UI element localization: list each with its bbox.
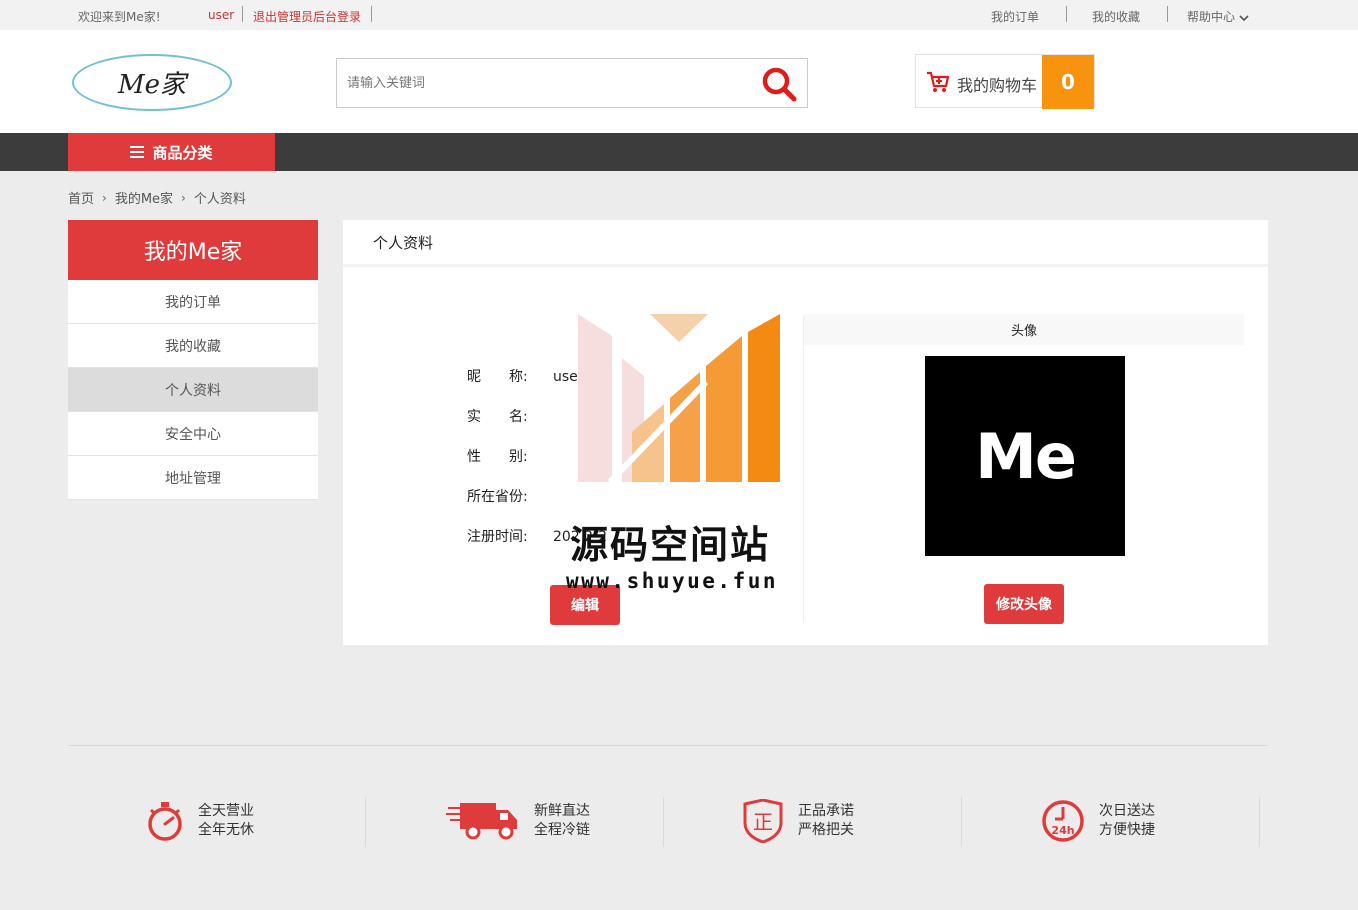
cart-icon	[927, 71, 950, 92]
search-input[interactable]	[347, 59, 747, 107]
divider	[1167, 6, 1168, 22]
stopwatch-icon	[148, 802, 182, 841]
breadcrumb-current: 个人资料	[193, 192, 246, 207]
divider	[365, 797, 366, 847]
field-label: 昵 称:	[467, 369, 528, 385]
sidebar-item-addresses[interactable]: 地址管理	[68, 456, 318, 500]
field-label: 所在省份:	[467, 489, 528, 505]
service-line1: 次日送达	[1099, 803, 1155, 819]
sidebar-item-orders[interactable]: 我的订单	[68, 280, 318, 324]
clock-24h-icon: 24h	[1042, 800, 1084, 842]
avatar-title: 头像	[804, 314, 1244, 345]
search-box	[336, 58, 808, 108]
field-province: 所在省份:	[467, 486, 553, 506]
service-nextday: 24h 次日送达 方便快捷	[1041, 795, 1155, 847]
cart-label: 我的购物车	[957, 76, 1038, 95]
service-line1: 全天营业	[198, 803, 254, 819]
help-center-label: 帮助中心	[1187, 10, 1236, 24]
avatar: Me	[925, 356, 1125, 556]
footer-divider	[68, 745, 1268, 746]
change-avatar-button[interactable]: 修改头像	[984, 584, 1064, 624]
site-logo[interactable]: Me家	[72, 54, 232, 111]
sidebar-item-security[interactable]: 安全中心	[68, 412, 318, 456]
service-line2: 严格把关	[798, 822, 854, 838]
category-menu-label: 商品分类	[152, 143, 213, 162]
sidebar-title: 我的Me家	[68, 220, 318, 280]
service-line2: 方便快捷	[1099, 822, 1155, 838]
chevron-right-icon: ›	[102, 190, 107, 205]
username-link[interactable]: user	[208, 8, 234, 22]
field-nickname: 昵 称: use	[467, 366, 578, 386]
top-bar: 欢迎来到Me家! user 退出管理员后台登录 我的订单 我的收藏 帮助中心	[0, 0, 1358, 30]
search-button[interactable]	[761, 66, 797, 102]
sidebar-item-profile[interactable]: 个人资料	[68, 368, 318, 412]
divider	[371, 6, 372, 22]
service-fresh: 新鲜直达 全程冷链	[446, 795, 590, 847]
main-nav: 商品分类	[0, 133, 1358, 171]
field-label: 性 别:	[467, 449, 528, 465]
breadcrumb-home[interactable]: 首页	[68, 188, 94, 207]
service-line1: 新鲜直达	[534, 803, 590, 819]
chevron-down-icon	[1239, 14, 1249, 21]
cart-count-badge: 0	[1042, 55, 1094, 109]
delivery-truck-icon	[446, 803, 517, 840]
sidebar-item-favorites[interactable]: 我的收藏	[68, 324, 318, 368]
field-gender: 性 别:	[467, 446, 553, 466]
avatar-text: Me	[975, 419, 1077, 493]
category-menu-button[interactable]: 商品分类	[68, 133, 275, 171]
cart-button[interactable]: 我的购物车 0	[915, 54, 1095, 109]
chevron-right-icon: ›	[181, 190, 186, 205]
divider	[803, 315, 804, 623]
divider	[242, 6, 243, 22]
divider	[663, 797, 664, 847]
service-line2: 全程冷链	[534, 822, 590, 838]
help-center-dropdown[interactable]: 帮助中心	[1187, 8, 1249, 25]
service-allday: 全天营业 全年无休	[146, 795, 254, 847]
welcome-text: 欢迎来到Me家!	[78, 10, 161, 24]
logout-admin-link[interactable]: 退出管理员后台登录	[253, 8, 361, 25]
svg-text:24h: 24h	[1051, 824, 1074, 837]
account-sidebar: 我的Me家 我的订单 我的收藏 个人资料 安全中心 地址管理	[68, 220, 318, 500]
genuine-shield-icon: 正	[743, 799, 783, 843]
service-line2: 全年无休	[198, 822, 254, 838]
logo-text: Me家	[117, 70, 186, 100]
field-label: 实 名:	[467, 409, 528, 425]
site-header: Me家 我的购物车 0	[0, 30, 1358, 133]
breadcrumb-my-home[interactable]: 我的Me家	[115, 188, 173, 207]
field-label: 注册时间:	[467, 529, 528, 545]
panel-title: 个人资料	[343, 220, 1268, 267]
my-orders-link[interactable]: 我的订单	[991, 8, 1039, 25]
profile-panel: 个人资料 昵 称: use 实 名: 性 别: 所在省份: 注册时间: 202 2-…	[343, 220, 1268, 645]
service-genuine: 正 正品承诺 严格把关	[742, 795, 854, 847]
menu-icon	[130, 146, 145, 158]
search-icon	[762, 67, 797, 102]
divider	[1259, 797, 1260, 847]
service-line1: 正品承诺	[798, 803, 854, 819]
divider	[961, 797, 962, 847]
divider	[1066, 6, 1067, 22]
watermark-url: www.shuyue.fun	[566, 569, 779, 593]
my-favorites-link[interactable]: 我的收藏	[1092, 8, 1140, 25]
watermark-title: 源码空间站	[570, 523, 771, 567]
field-realname: 实 名:	[467, 406, 553, 426]
svg-text:正: 正	[753, 810, 773, 834]
field-value: use	[553, 369, 578, 385]
breadcrumb: 首页 › 我的Me家 › 个人资料	[68, 188, 246, 208]
